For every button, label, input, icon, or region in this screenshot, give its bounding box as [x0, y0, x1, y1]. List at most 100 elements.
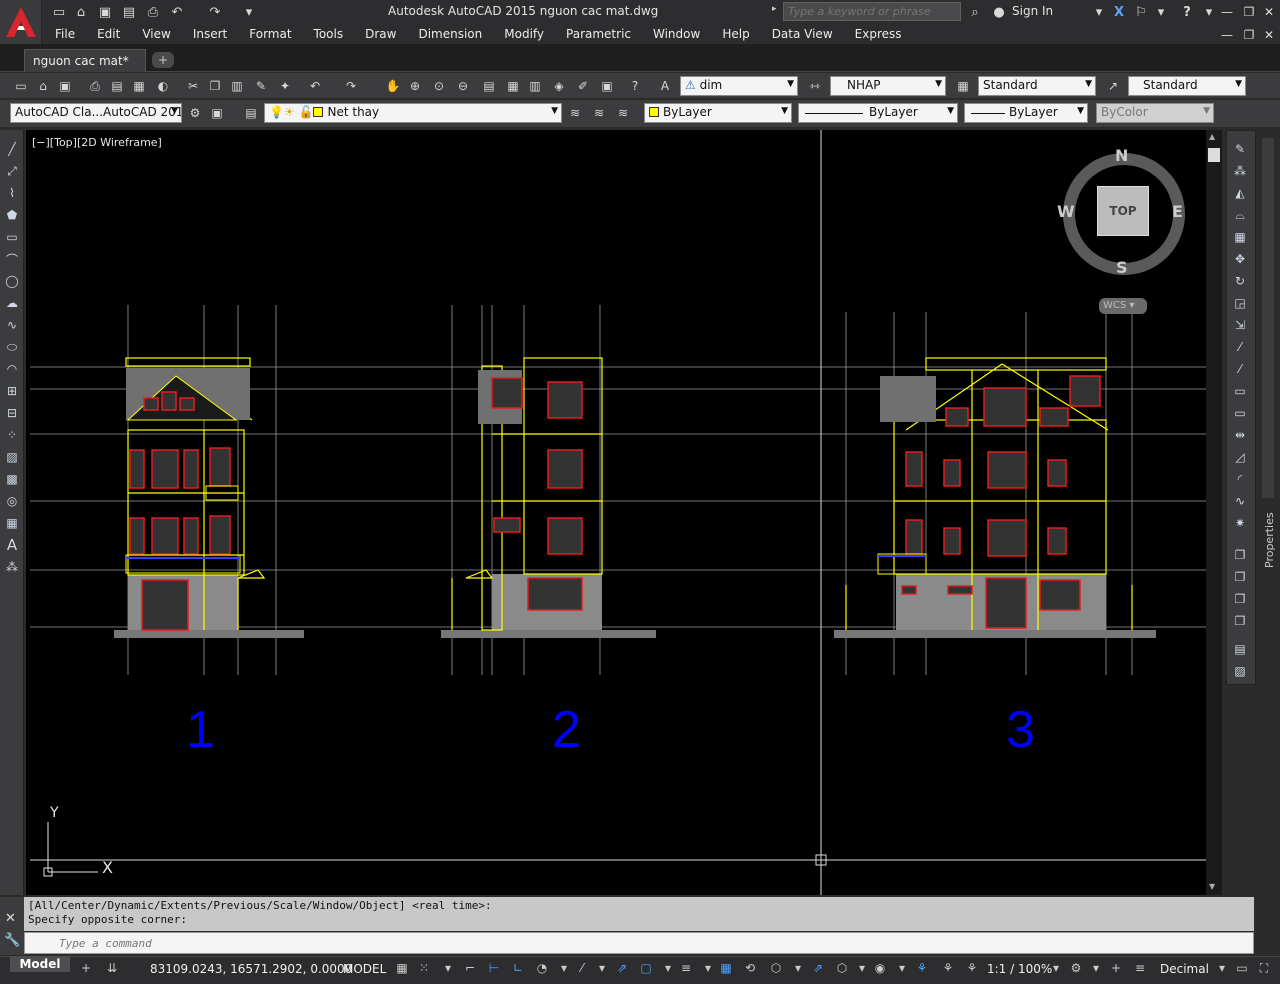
text-style-combo[interactable]: NHAP ▼	[830, 76, 946, 96]
units-dropdown-icon[interactable]: ▾	[1214, 960, 1230, 976]
viewcube-top-face[interactable]: TOP	[1097, 186, 1149, 236]
linetype-combo[interactable]: ByLayer ▼	[798, 103, 958, 123]
selection-filter-dropdown-icon[interactable]: ▾	[854, 960, 870, 976]
customize-icon[interactable]: ▣	[208, 104, 226, 122]
quick-properties-icon[interactable]: ▭	[1234, 960, 1250, 976]
lineweight-combo[interactable]: ByLayer ▼	[964, 103, 1088, 123]
polar-tracking-icon[interactable]: ◔	[534, 960, 550, 976]
gradient-icon[interactable]: ▩	[3, 470, 21, 488]
table-style-combo[interactable]: Standard ▼	[978, 76, 1096, 96]
isodraft-icon[interactable]: ⁄	[574, 960, 590, 976]
erase-icon[interactable]: ✎	[1230, 140, 1250, 158]
menu-modify[interactable]: Modify	[493, 24, 555, 44]
chamfer-icon[interactable]: ◿	[1230, 448, 1250, 466]
polar-dropdown-icon[interactable]: ▾	[556, 960, 572, 976]
dimension-style-icon[interactable]: ⇿	[806, 77, 824, 95]
make-block-icon[interactable]: ⊟	[3, 404, 21, 422]
menu-tools[interactable]: Tools	[303, 24, 355, 44]
draw-order-under-icon[interactable]: ❐	[1230, 612, 1250, 630]
spline-icon[interactable]: ∿	[3, 316, 21, 334]
design-center-icon[interactable]: ▦	[504, 77, 522, 95]
auto-scale-icon[interactable]: ⚘	[940, 960, 956, 976]
wcs-menu[interactable]: WCS ▾	[1099, 298, 1147, 314]
layout-menu-icon[interactable]: ⇊	[104, 960, 120, 976]
point-icon[interactable]: ⁘	[3, 426, 21, 444]
pan-icon[interactable]: ✋	[384, 77, 402, 95]
revision-cloud-icon[interactable]: ☁	[3, 294, 21, 312]
sheet-set-icon[interactable]: ◈	[550, 77, 568, 95]
dim-style-combo[interactable]: ⚠ dim ▼	[680, 76, 798, 96]
make-current-layer-icon[interactable]: ≋	[566, 104, 584, 122]
coordinates-readout[interactable]: 83109.0243, 16571.2902, 0.0000	[150, 962, 352, 976]
menu-help[interactable]: Help	[711, 24, 760, 44]
hatch-icon[interactable]: ▨	[3, 448, 21, 466]
tool-palettes-icon[interactable]: ▥	[526, 77, 544, 95]
help-dropdown-icon[interactable]: ▾	[1152, 3, 1170, 21]
transparency-icon[interactable]: ▦	[718, 960, 734, 976]
break-icon[interactable]: ▭	[1230, 404, 1250, 422]
annotation-scale-value[interactable]: 1:1 / 100%	[987, 962, 1052, 976]
restore-icon[interactable]: ❐	[1240, 3, 1258, 21]
workspace-settings-icon[interactable]: ⚙	[186, 104, 204, 122]
zoom-realtime-icon[interactable]: ⊕	[406, 77, 424, 95]
add-selected-icon[interactable]: ⁂	[3, 558, 21, 576]
command-input[interactable]	[24, 932, 1254, 954]
menu-parametric[interactable]: Parametric	[555, 24, 642, 44]
lineweight-dropdown-icon[interactable]: ▾	[700, 960, 716, 976]
menu-file[interactable]: File	[42, 24, 86, 44]
extend-icon[interactable]: ⁄	[1230, 360, 1250, 378]
3d-osnap-dropdown-icon[interactable]: ▾	[790, 960, 806, 976]
plot-icon[interactable]: ⎙	[144, 3, 162, 21]
object-snap-tracking-icon[interactable]: ⇗	[614, 960, 630, 976]
scroll-thumb[interactable]	[1208, 148, 1220, 162]
close-icon[interactable]: ✕	[1260, 3, 1278, 21]
menu-insert[interactable]: Insert	[182, 24, 238, 44]
properties-label[interactable]: Properties	[1263, 512, 1276, 568]
save-toolbar-icon[interactable]: ▣	[56, 77, 74, 95]
offset-icon[interactable]: ⌓	[1230, 206, 1250, 224]
insert-block-icon[interactable]: ⊞	[3, 382, 21, 400]
vertical-scrollbar[interactable]: ▲ ▼	[1206, 130, 1222, 895]
annotation-scale-icon[interactable]: ⚘	[964, 960, 980, 976]
rectangle-icon[interactable]: ▭	[3, 228, 21, 246]
annotation-visibility-icon[interactable]: ⚘	[914, 960, 930, 976]
snap-dropdown-icon[interactable]: ▾	[440, 960, 456, 976]
copy-icon[interactable]: ❐	[206, 77, 224, 95]
explode-icon[interactable]: ✷	[1230, 514, 1250, 532]
copy-object-icon[interactable]: ⁂	[1230, 162, 1250, 180]
scroll-down-icon[interactable]: ▼	[1209, 882, 1215, 891]
draw-order-back-icon[interactable]: ❐	[1230, 568, 1250, 586]
search-expand-icon[interactable]: ▸	[772, 4, 777, 14]
paste-icon[interactable]: ▥	[228, 77, 246, 95]
drawing-canvas[interactable]	[26, 130, 1206, 895]
text-style-icon[interactable]: A	[656, 77, 674, 95]
layer-previous-icon[interactable]: ≋	[590, 104, 608, 122]
doc-restore-icon[interactable]: ❐	[1240, 26, 1258, 44]
help-toolbar-icon[interactable]: ?	[626, 77, 644, 95]
menu-draw[interactable]: Draw	[354, 24, 407, 44]
menu-view[interactable]: View	[131, 24, 181, 44]
hatch-back-icon[interactable]: ▨	[1230, 662, 1250, 680]
annotation-monitor-icon[interactable]: +	[1108, 960, 1124, 976]
table-icon[interactable]: ▦	[3, 514, 21, 532]
model-tab[interactable]: Model	[10, 956, 70, 972]
menu-dimension[interactable]: Dimension	[407, 24, 493, 44]
move-icon[interactable]: ✥	[1230, 250, 1250, 268]
redo-toolbar-icon[interactable]: ↷	[342, 77, 360, 95]
dynamic-input-icon[interactable]: ⊢	[486, 960, 502, 976]
join-icon[interactable]: ⇹	[1230, 426, 1250, 444]
help-arrow-icon[interactable]: ▾	[1200, 3, 1218, 21]
3d-osnap-icon[interactable]: ⬡	[768, 960, 784, 976]
match-properties-icon[interactable]: ✎	[252, 77, 270, 95]
calculator-icon[interactable]: ▣	[598, 77, 616, 95]
grid-icon[interactable]: ▦	[394, 960, 410, 976]
command-close-icon[interactable]: ✕	[5, 911, 16, 926]
new-file-icon[interactable]: ▭	[50, 3, 68, 21]
doc-close-icon[interactable]: ✕	[1260, 26, 1278, 44]
plotstyle-combo[interactable]: ByColor ▼	[1096, 103, 1214, 123]
ortho-mode-icon[interactable]: ∟	[510, 960, 526, 976]
scale-icon[interactable]: ◲	[1230, 294, 1250, 312]
properties-icon[interactable]: ▤	[480, 77, 498, 95]
model-space-button[interactable]: MODEL	[343, 962, 386, 976]
new-tab-button[interactable]: +	[152, 52, 174, 68]
